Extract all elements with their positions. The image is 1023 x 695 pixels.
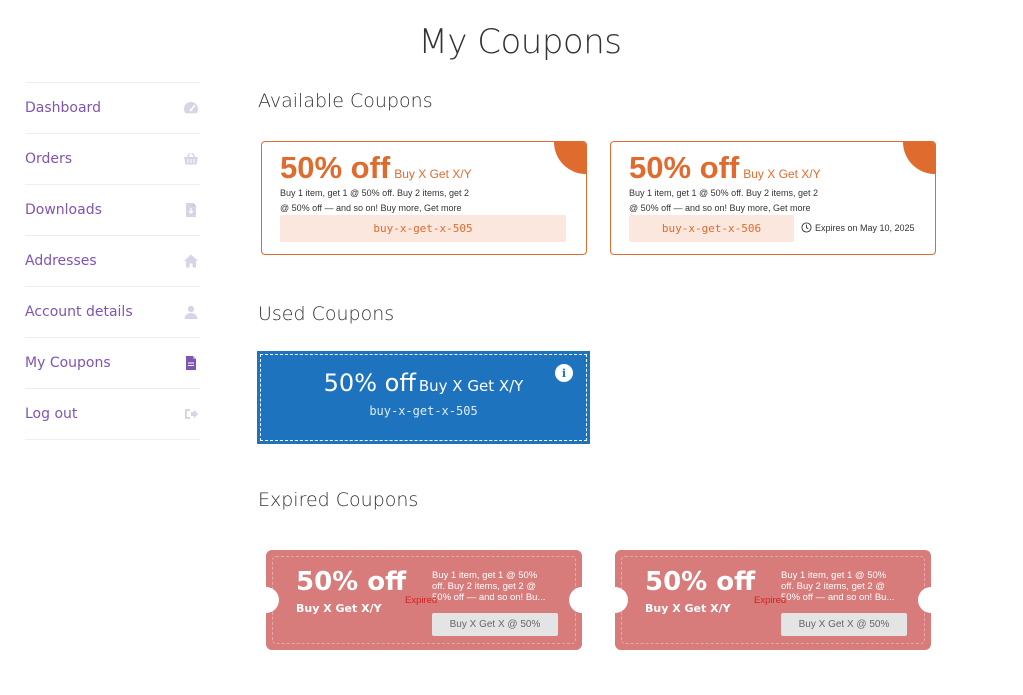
sidebar-item-label: Addresses [25,253,97,269]
sidebar-item-label: Log out [25,406,78,422]
expired-coupon-card: 50% off Buy X Get X/Y Buy 1 item, get 1 … [615,550,931,650]
expired-label: Expired [754,595,787,606]
sidebar-item-my-coupons[interactable]: My Coupons [25,338,200,389]
coupon-type: Buy X Get X/Y [394,167,472,181]
available-coupons-heading: Available Coupons [258,90,433,112]
used-coupons-heading: Used Coupons [258,303,395,325]
clock-icon [801,222,812,233]
file-download-icon [182,201,200,219]
available-coupon-card[interactable]: 50% off Buy X Get X/Y Buy 1 item, get 1 @… [261,141,587,255]
coupon-code[interactable]: buy-x-get-x-505 [280,215,566,242]
coupon-corner-decoration [554,142,586,174]
document-icon [182,354,200,372]
available-coupon-card[interactable]: 50% off Buy X Get X/Y Buy 1 item, get 1 @… [610,141,936,255]
coupon-amount: 50% off [629,150,740,185]
coupon-expiry: Expires on May 10, 2025 [801,222,915,233]
user-icon [182,303,200,321]
sidebar-item-addresses[interactable]: Addresses [25,236,200,287]
coupon-description: Buy 1 item, get 1 @ 50% off. Buy 2 items… [781,570,895,603]
home-icon [182,252,200,270]
coupon-type: Buy X Get X/Y [743,167,821,181]
sidebar-item-label: Dashboard [25,100,101,116]
coupon-type: Buy X Get X/Y [645,602,731,615]
coupon-action-button[interactable]: Buy X Get X @ 50% [432,613,558,636]
sidebar-item-orders[interactable]: Orders [25,134,200,185]
sidebar-item-label: Orders [25,151,73,167]
coupon-amount: 50% off [280,150,391,185]
expired-label: Expired [405,595,438,606]
sidebar-item-dashboard[interactable]: Dashboard [25,83,200,134]
coupon-corner-decoration [903,142,935,174]
coupon-amount: 50% off [323,369,416,397]
gauge-icon [182,99,200,117]
sidebar-item-log-out[interactable]: Log out [25,389,200,440]
sign-out-icon [182,405,200,423]
coupon-amount: 50% off [296,567,407,597]
account-navigation: Dashboard Orders Downloads Addresses Acc… [25,82,200,440]
sidebar-item-account-details[interactable]: Account details [25,287,200,338]
coupon-description: Buy 1 item, get 1 @ 50% off. Buy 2 items… [432,570,546,603]
used-coupon-card[interactable]: 50% off Buy X Get X/Y buy-x-get-x-505 i [257,351,590,444]
coupon-type: Buy X Get X/Y [296,602,382,615]
basket-icon [182,150,200,168]
sidebar-item-label: My Coupons [25,355,111,371]
coupon-description: Buy 1 item, get 1 @ 50% off. Buy 2 items… [280,188,470,213]
sidebar-item-downloads[interactable]: Downloads [25,185,200,236]
coupon-description: Buy 1 item, get 1 @ 50% off. Buy 2 items… [629,188,819,213]
sidebar-item-label: Account details [25,304,133,320]
coupon-code: buy-x-get-x-505 [369,404,478,418]
coupon-action-button[interactable]: Buy X Get X @ 50% [781,613,907,636]
coupon-code[interactable]: buy-x-get-x-506 [629,215,794,242]
expired-coupons-heading: Expired Coupons [258,489,419,511]
expired-coupon-card: 50% off Buy X Get X/Y Buy 1 item, get 1 … [266,550,582,650]
info-icon[interactable]: i [555,364,573,382]
coupon-type: Buy X Get X/Y [418,377,524,395]
page-title: My Coupons [418,22,622,62]
coupon-amount: 50% off [645,567,756,597]
sidebar-item-label: Downloads [25,202,102,218]
